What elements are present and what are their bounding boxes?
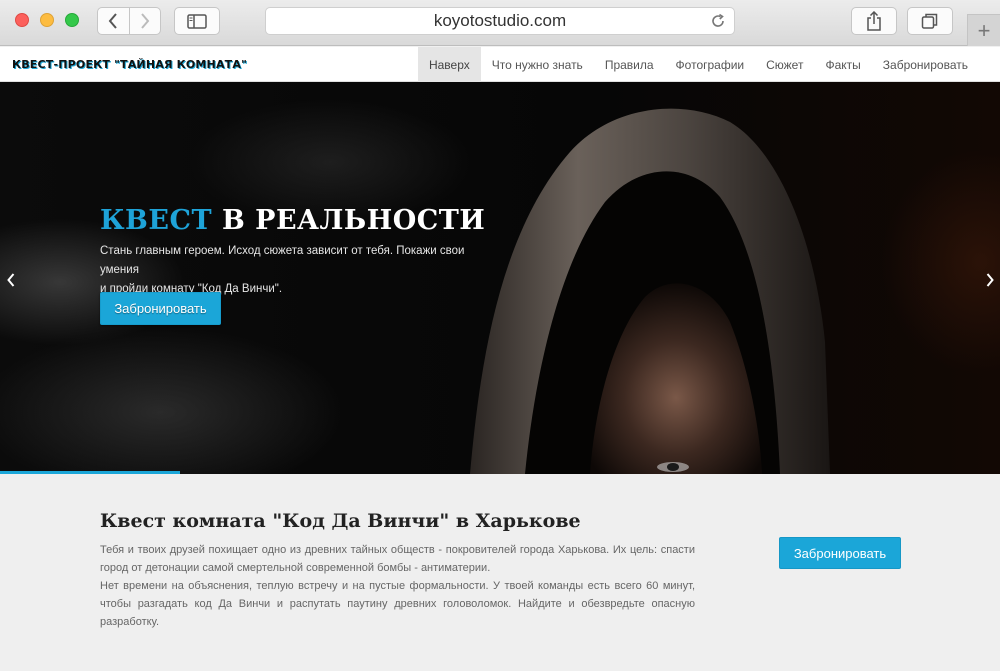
- close-window-button[interactable]: [15, 13, 29, 27]
- description-paragraph-1: Тебя и твоих друзей похищает одно из дре…: [100, 544, 695, 574]
- new-tab-button[interactable]: +: [967, 14, 1000, 46]
- zoom-window-button[interactable]: [65, 13, 79, 27]
- menu-item-facts[interactable]: Факты: [814, 47, 871, 82]
- reload-icon: [712, 13, 724, 27]
- slider-prev-button[interactable]: [3, 270, 19, 290]
- hero-title-rest: В РЕАЛЬНОСТИ: [212, 205, 486, 236]
- tabs-icon: [921, 13, 938, 29]
- hero-book-button[interactable]: Забронировать: [100, 292, 221, 325]
- section-title: Квест комната "Код Да Винчи" в Харькове: [100, 510, 581, 532]
- hero-title: КВЕСТ В РЕАЛЬНОСТИ: [100, 205, 485, 236]
- hero-title-accent: КВЕСТ: [100, 205, 213, 236]
- minimize-window-button[interactable]: [40, 13, 54, 27]
- section-book-button[interactable]: Забронировать: [779, 537, 901, 569]
- menu-item-rules[interactable]: Правила: [594, 47, 665, 82]
- chevron-left-icon: [7, 273, 15, 287]
- back-button[interactable]: [98, 8, 130, 34]
- site-logo[interactable]: КВЕСТ-ПРОЕКТ "ТАЙНАЯ КОМНАТА": [12, 58, 247, 71]
- show-tabs-button[interactable]: [907, 7, 953, 35]
- section-description: Тебя и твоих друзей похищает одно из дре…: [100, 541, 695, 631]
- share-button[interactable]: [851, 7, 897, 35]
- hero-slider: КВЕСТ В РЕАЛЬНОСТИ Стань главным героем.…: [0, 82, 1000, 474]
- plus-icon: +: [977, 17, 991, 43]
- browser-toolbar: koyotostudio.com +: [0, 0, 1000, 46]
- forward-icon: [140, 13, 150, 29]
- forward-button[interactable]: [130, 8, 161, 34]
- description-paragraph-2: Нет времени на объяснения, теплую встреч…: [100, 580, 695, 628]
- share-icon: [867, 11, 881, 31]
- reload-button[interactable]: [710, 13, 726, 34]
- slider-next-button[interactable]: [982, 270, 998, 290]
- site-header: КВЕСТ-ПРОЕКТ "ТАЙНАЯ КОМНАТА" Наверх Что…: [0, 47, 1000, 82]
- menu-item-story[interactable]: Сюжет: [755, 47, 814, 82]
- address-bar[interactable]: koyotostudio.com: [265, 7, 735, 35]
- main-menu: Наверх Что нужно знать Правила Фотографи…: [417, 47, 979, 82]
- menu-item-book[interactable]: Забронировать: [872, 47, 979, 82]
- hero-text-line-1: Стань главным героем. Исход сюжета завис…: [100, 245, 465, 276]
- menu-item-top[interactable]: Наверх: [417, 47, 481, 82]
- sidebar-icon: [187, 13, 207, 29]
- url-text: koyotostudio.com: [433, 11, 567, 30]
- hero-description: Стань главным героем. Исход сюжета завис…: [100, 242, 500, 299]
- intro-section: Квест комната "Код Да Винчи" в Харькове …: [0, 474, 1000, 671]
- chevron-right-icon: [986, 273, 994, 287]
- menu-item-photos[interactable]: Фотографии: [665, 47, 756, 82]
- back-icon: [108, 13, 118, 29]
- sidebar-button[interactable]: [174, 7, 220, 35]
- history-nav: [97, 7, 161, 35]
- menu-item-need-to-know[interactable]: Что нужно знать: [481, 47, 594, 82]
